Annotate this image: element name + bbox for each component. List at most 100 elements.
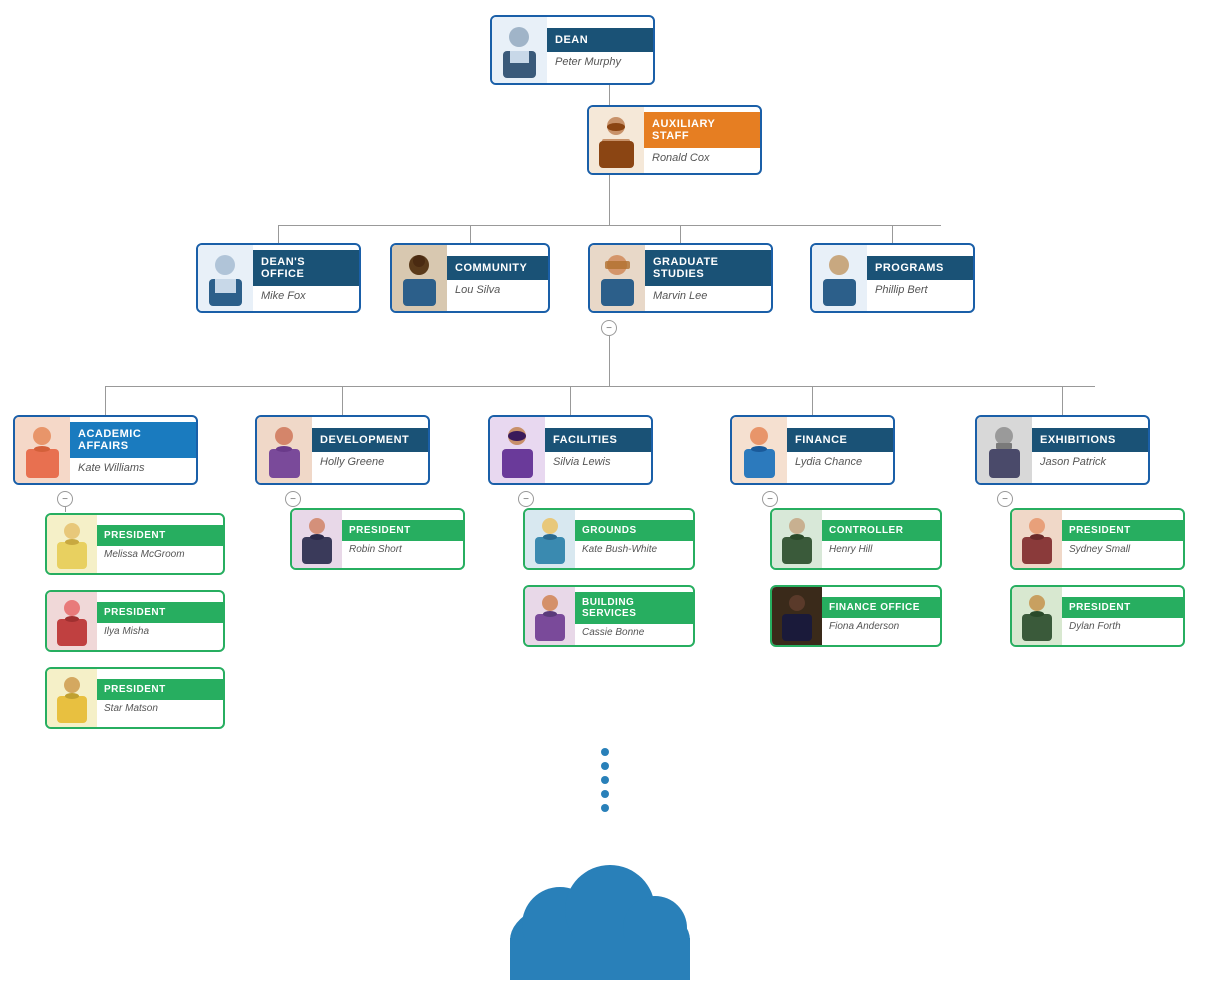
development-name: Holly Greene [312, 452, 428, 472]
dean-title: DEAN [547, 28, 653, 52]
pres-star-info: PRESIDENT Star Matson [97, 679, 223, 717]
auxiliary-name: Ronald Cox [644, 148, 760, 168]
pres-sydney-name: Sydney Small [1062, 541, 1183, 558]
exhibitions-avatar [977, 415, 1032, 485]
line-to-fin [812, 386, 813, 415]
facilities-info: FACILITIES Silvia Lewis [545, 428, 651, 472]
academic-avatar [15, 415, 70, 485]
graduate-name: Marvin Lee [645, 286, 771, 306]
community-avatar [392, 243, 447, 313]
graduate-title: GRADUATE STUDIES [645, 250, 771, 286]
controller-node[interactable]: CONTROLLER Henry Hill [770, 508, 942, 570]
line-level2-h [278, 225, 941, 226]
finance-name: Lydia Chance [787, 452, 893, 472]
facilities-title: FACILITIES [545, 428, 651, 452]
pres-star-avatar [47, 667, 97, 729]
line-l2-l3 [609, 336, 610, 386]
programs-name: Phillip Bert [867, 280, 973, 300]
pres-dylan-title: PRESIDENT [1062, 597, 1183, 618]
dean-info: DEAN Peter Murphy [547, 28, 653, 72]
dean-avatar [492, 15, 547, 85]
pres-robin-title: PRESIDENT [342, 520, 463, 541]
pres-sydney-info: PRESIDENT Sydney Small [1062, 520, 1183, 558]
development-title: DEVELOPMENT [312, 428, 428, 452]
dean-node[interactable]: DEAN Peter Murphy [490, 15, 655, 85]
line-dean-aux [609, 85, 610, 105]
pres-robin-node[interactable]: PRESIDENT Robin Short [290, 508, 465, 570]
finance-office-node[interactable]: FINANCE OFFICE Fiona Anderson [770, 585, 942, 647]
pres-star-name: Star Matson [97, 700, 223, 717]
dean-name: Peter Murphy [547, 52, 653, 72]
grounds-node[interactable]: GROUNDS Kate Bush-White [523, 508, 695, 570]
building-title: BUILDING SERVICES [575, 592, 693, 624]
pres-melissa-title: PRESIDENT [97, 525, 223, 546]
academic-info: ACADEMIC AFFAIRS Kate Williams [70, 422, 196, 478]
pres-star-title: PRESIDENT [97, 679, 223, 700]
line-aux-down [609, 175, 610, 225]
pres-sydney-node[interactable]: PRESIDENT Sydney Small [1010, 508, 1185, 570]
pres-star-node[interactable]: PRESIDENT Star Matson [45, 667, 225, 729]
pres-sydney-title: PRESIDENT [1062, 520, 1183, 541]
grounds-avatar [525, 508, 575, 570]
pres-melissa-info: PRESIDENT Melissa McGroom [97, 525, 223, 563]
pres-sydney-avatar [1012, 508, 1062, 570]
line-to-exh [1062, 386, 1063, 415]
pres-robin-avatar [292, 508, 342, 570]
pres-ilya-info: PRESIDENT Ilya Misha [97, 602, 223, 640]
pres-melissa-node[interactable]: PRESIDENT Melissa McGroom [45, 513, 225, 575]
collapse-fin[interactable]: − [762, 491, 778, 507]
org-chart: − − − − − − DEAN Peter Murphy [0, 0, 1218, 1000]
academic-title: ACADEMIC AFFAIRS [70, 422, 196, 458]
facilities-avatar [490, 415, 545, 485]
line-to-academic [105, 386, 106, 415]
collapse-level2[interactable]: − [601, 320, 617, 336]
line-to-community [470, 225, 471, 243]
exhibitions-info: EXHIBITIONS Jason Patrick [1032, 428, 1148, 472]
controller-title: CONTROLLER [822, 520, 940, 541]
graduate-node[interactable]: GRADUATE STUDIES Marvin Lee [588, 243, 773, 313]
line-level3-h [105, 386, 1095, 387]
finance-title: FINANCE [787, 428, 893, 452]
pres-ilya-node[interactable]: PRESIDENT Ilya Misha [45, 590, 225, 652]
finance-office-name: Fiona Anderson [822, 618, 940, 635]
programs-title: PROGRAMS [867, 256, 973, 280]
grounds-info: GROUNDS Kate Bush-White [575, 520, 693, 558]
line-academic-children [65, 507, 66, 512]
community-title: COMMUNITY [447, 256, 548, 280]
line-to-programs [892, 225, 893, 243]
exhibitions-node[interactable]: EXHIBITIONS Jason Patrick [975, 415, 1150, 485]
deans-office-node[interactable]: DEAN'S OFFICE Mike Fox [196, 243, 361, 313]
community-node[interactable]: COMMUNITY Lou Silva [390, 243, 550, 313]
pres-dylan-name: Dylan Forth [1062, 618, 1183, 635]
programs-node[interactable]: PROGRAMS Phillip Bert [810, 243, 975, 313]
building-avatar [525, 585, 575, 647]
finance-node[interactable]: FINANCE Lydia Chance [730, 415, 895, 485]
pres-melissa-name: Melissa McGroom [97, 546, 223, 563]
development-node[interactable]: DEVELOPMENT Holly Greene [255, 415, 430, 485]
collapse-dev[interactable]: − [285, 491, 301, 507]
finance-info: FINANCE Lydia Chance [787, 428, 893, 472]
facilities-node[interactable]: FACILITIES Silvia Lewis [488, 415, 653, 485]
community-info: COMMUNITY Lou Silva [447, 256, 548, 300]
grounds-name: Kate Bush-White [575, 541, 693, 558]
finance-avatar [732, 415, 787, 485]
grounds-title: GROUNDS [575, 520, 693, 541]
controller-avatar [772, 508, 822, 570]
pres-robin-info: PRESIDENT Robin Short [342, 520, 463, 558]
line-to-graduate [680, 225, 681, 243]
collapse-exh[interactable]: − [997, 491, 1013, 507]
pres-dylan-node[interactable]: PRESIDENT Dylan Forth [1010, 585, 1185, 647]
exhibitions-name: Jason Patrick [1032, 452, 1148, 472]
pres-ilya-title: PRESIDENT [97, 602, 223, 623]
building-node[interactable]: BUILDING SERVICES Cassie Bonne [523, 585, 695, 647]
controller-info: CONTROLLER Henry Hill [822, 520, 940, 558]
academic-name: Kate Williams [70, 458, 196, 478]
academic-node[interactable]: ACADEMIC AFFAIRS Kate Williams [13, 415, 198, 485]
auxiliary-info: AUXILIARY STAFF Ronald Cox [644, 112, 760, 168]
collapse-academic[interactable]: − [57, 491, 73, 507]
auxiliary-node[interactable]: AUXILIARY STAFF Ronald Cox [587, 105, 762, 175]
building-name: Cassie Bonne [575, 624, 693, 641]
deans-office-title: DEAN'S OFFICE [253, 250, 359, 286]
deans-office-info: DEAN'S OFFICE Mike Fox [253, 250, 359, 306]
collapse-fac[interactable]: − [518, 491, 534, 507]
